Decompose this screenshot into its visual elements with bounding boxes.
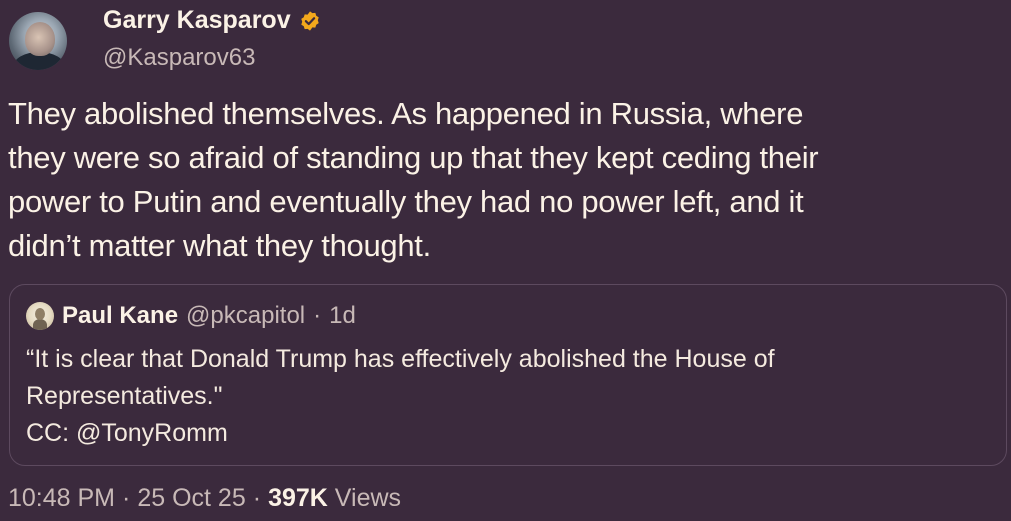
quoted-separator: ·: [313, 302, 322, 329]
meta-separator: ·: [122, 484, 131, 512]
quoted-tweet-header: Paul Kane @pkcapitol · 1d: [26, 302, 356, 330]
quoted-avatar-body: [33, 319, 47, 330]
quoted-author-avatar[interactable]: [26, 302, 54, 330]
quoted-text-line: Representatives.": [26, 382, 223, 410]
tweet-date[interactable]: 25 Oct 25: [137, 484, 245, 513]
quoted-tweet-card[interactable]: Paul Kane @pkcapitol · 1d “It is clear t…: [9, 284, 1007, 466]
views-count: 397K: [268, 484, 328, 512]
tweet-text-line: didn’t matter what they thought.: [8, 228, 431, 263]
quoted-avatar-face: [35, 308, 45, 320]
author-display-name[interactable]: Garry Kasparov: [103, 6, 291, 35]
quoted-timestamp[interactable]: 1d: [329, 302, 356, 330]
meta-separator: ·: [252, 484, 262, 512]
tweet-meta: 10:48 PM · 25 Oct 25 · 397K Views: [8, 484, 401, 513]
quoted-text-line: CC: @TonyRomm: [26, 419, 228, 447]
author-avatar[interactable]: [9, 12, 67, 70]
verified-badge-icon[interactable]: [299, 10, 321, 32]
tweet-text: They abolished themselves. As happened i…: [8, 92, 1003, 268]
tweet-time[interactable]: 10:48 PM: [8, 484, 115, 513]
quoted-text-line: “It is clear that Donald Trump has effec…: [26, 345, 775, 373]
avatar-face: [25, 22, 55, 56]
author-name-row: Garry Kasparov: [103, 6, 321, 35]
tweet-text-line: they were so afraid of standing up that …: [8, 140, 819, 175]
tweet-text-line: They abolished themselves. As happened i…: [8, 96, 804, 131]
quoted-tweet-text: “It is clear that Donald Trump has effec…: [26, 341, 986, 452]
author-handle[interactable]: @Kasparov63: [103, 44, 255, 72]
views-label: Views: [334, 484, 402, 512]
quoted-author-name[interactable]: Paul Kane: [62, 302, 178, 330]
tweet-text-line: power to Putin and eventually they had n…: [8, 184, 804, 219]
tweet[interactable]: Garry Kasparov @Kasparov63 They abolishe…: [0, 0, 1011, 521]
quoted-author-handle[interactable]: @pkcapitol: [186, 302, 305, 330]
